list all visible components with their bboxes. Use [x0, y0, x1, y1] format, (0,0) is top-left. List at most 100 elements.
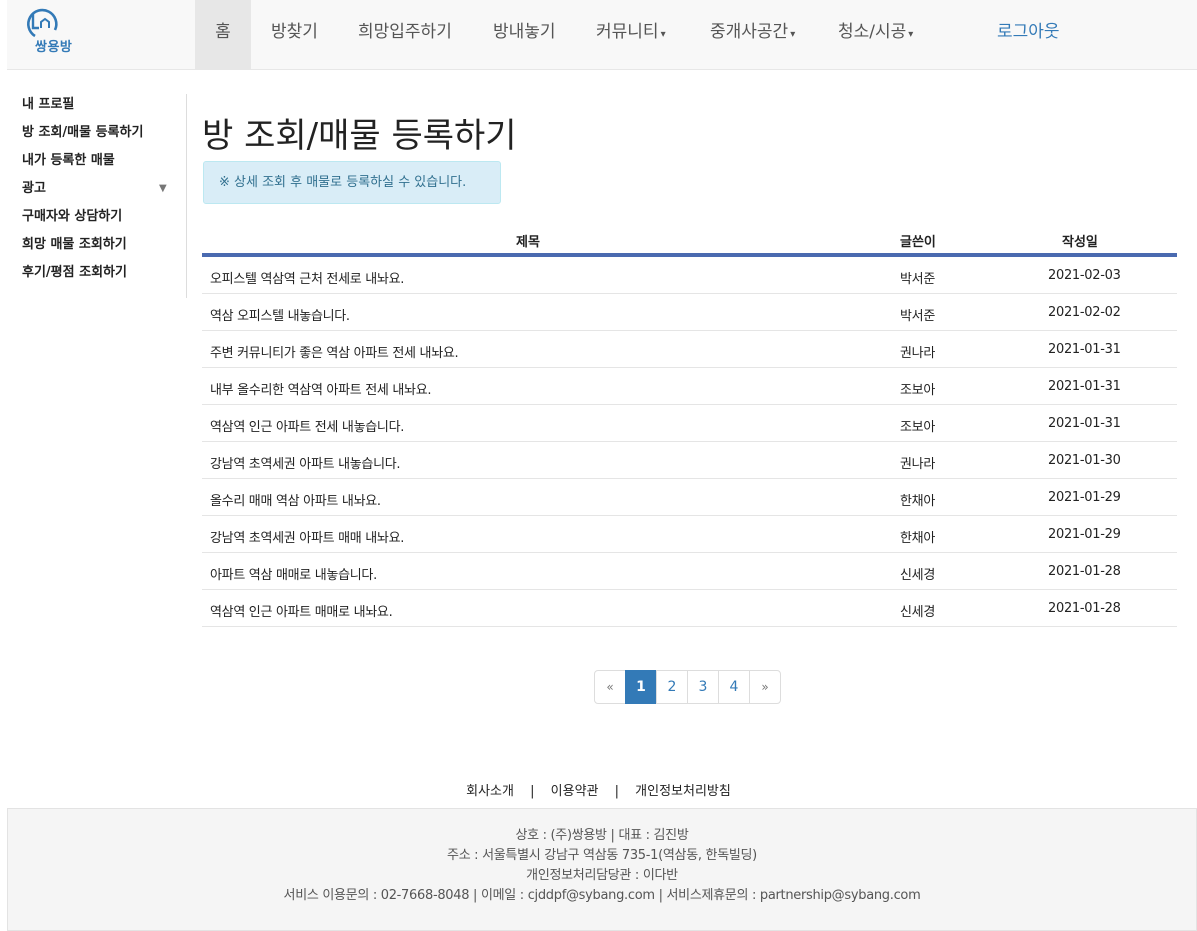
table-row[interactable]: 역삼역 인근 아파트 매매로 내놔요. 신세경 2021-01-28: [202, 590, 1177, 627]
row-title: 내부 올수리한 역삼역 아파트 전세 내놔요.: [210, 383, 432, 398]
footer-privacy-officer-line: 개인정보처리담당관 : 이다반: [526, 868, 678, 883]
footer-info: 상호 : (주)쌍용방 | 대표 : 김진방 주소 : 서울특별시 강남구 역삼…: [7, 808, 1197, 931]
nav-home[interactable]: 홈: [195, 0, 251, 70]
footer-link-terms[interactable]: 이용약관: [551, 784, 599, 799]
house-logo-icon: [27, 8, 58, 38]
table-row[interactable]: 주변 커뮤니티가 좋은 역삼 아파트 전세 내놔요. 권나라 2021-01-31: [202, 331, 1177, 368]
table-row[interactable]: 강남역 초역세권 아파트 내놓습니다. 권나라 2021-01-30: [202, 442, 1177, 479]
footer-link-privacy[interactable]: 개인정보처리방침: [635, 784, 731, 799]
nav-hope-move-in[interactable]: 희망입주하기: [358, 0, 452, 70]
listing-table: 제목 글쓴이 작성일 오피스텔 역삼역 근처 전세로 내놔요. 박서준 2021-0…: [202, 221, 1177, 627]
table-row[interactable]: 내부 올수리한 역삼역 아파트 전세 내놔요. 조보아 2021-01-31: [202, 368, 1177, 405]
sidebar-item-hope-listings[interactable]: 희망 매물 조회하기: [22, 234, 186, 262]
sidebar-item-label: 구매자와 상담하기: [22, 209, 123, 224]
row-author: 박서준: [900, 272, 935, 287]
sidebar-item-room-register[interactable]: 방 조회/매물 등록하기: [22, 122, 186, 150]
row-date: 2021-01-31: [1048, 416, 1121, 431]
caret-down-icon: ▾: [790, 29, 796, 40]
table-header: 제목 글쓴이 작성일: [202, 221, 1177, 257]
nav-find-room[interactable]: 방찾기: [271, 0, 318, 70]
table-row[interactable]: 역삼역 인근 아파트 전세 내놓습니다. 조보아 2021-01-31: [202, 405, 1177, 442]
row-author: 신세경: [900, 605, 935, 620]
sidebar-item-reviews[interactable]: 후기/평점 조회하기: [22, 262, 186, 290]
row-title: 올수리 매매 역삼 아파트 내놔요.: [210, 494, 381, 509]
brand-logo[interactable]: 쌍용방: [21, 6, 101, 62]
header-date: 작성일: [1062, 235, 1098, 250]
header-title: 제목: [516, 235, 540, 250]
row-title: 역삼역 인근 아파트 전세 내놓습니다.: [210, 420, 405, 435]
page-title: 방 조회/매물 등록하기: [202, 116, 517, 156]
table-row[interactable]: 강남역 초역세권 아파트 매매 내놔요. 한채아 2021-01-29: [202, 516, 1177, 553]
row-date: 2021-01-29: [1048, 527, 1121, 542]
nav-cleaning[interactable]: 청소/시공 ▾: [838, 0, 913, 70]
row-title: 강남역 초역세권 아파트 매매 내놔요.: [210, 531, 405, 546]
sidebar: 내 프로필 방 조회/매물 등록하기 내가 등록한 매물 광고 ▼ 구매자와 상담…: [22, 94, 187, 298]
row-date: 2021-01-31: [1048, 379, 1121, 394]
triangle-down-icon: ▼: [159, 183, 167, 194]
sidebar-item-label: 내 프로필: [22, 97, 75, 112]
row-title: 역삼역 인근 아파트 매매로 내놔요.: [210, 605, 393, 620]
sidebar-item-label: 후기/평점 조회하기: [22, 265, 127, 280]
page-3-button[interactable]: 3: [687, 670, 719, 704]
row-date: 2021-01-28: [1048, 564, 1121, 579]
footer-contact-line: 서비스 이용문의 : 02-7668-8048 | 이메일 : cjddpf@s…: [283, 888, 921, 903]
row-author: 조보아: [900, 383, 935, 398]
row-date: 2021-01-29: [1048, 490, 1121, 505]
nav-find-room-label: 방찾기: [271, 22, 318, 42]
row-title: 주변 커뮤니티가 좋은 역삼 아파트 전세 내놔요.: [210, 346, 459, 361]
sidebar-item-consult[interactable]: 구매자와 상담하기: [22, 206, 186, 234]
page-1-button[interactable]: 1: [625, 670, 657, 704]
top-navbar: 쌍용방 홈 방찾기 희망입주하기 방내놓기 커뮤니티 ▾ 중개사공간 ▾ 청소/시공…: [7, 0, 1197, 70]
footer-link-company[interactable]: 회사소개: [466, 784, 514, 799]
logout-label: 로그아웃: [997, 22, 1060, 42]
row-date: 2021-02-03: [1048, 268, 1121, 283]
row-title: 오피스텔 역삼역 근처 전세로 내놔요.: [210, 272, 405, 287]
row-date: 2021-01-31: [1048, 342, 1121, 357]
sidebar-item-label: 방 조회/매물 등록하기: [22, 125, 144, 140]
footer-links: 회사소개 | 이용약관 | 개인정보처리방침: [0, 780, 1197, 799]
info-notice: ※ 상세 조회 후 매물로 등록하실 수 있습니다.: [203, 161, 501, 204]
row-author: 권나라: [900, 346, 935, 361]
nav-community-label: 커뮤니티: [596, 22, 659, 42]
page-next-button[interactable]: »: [749, 670, 781, 704]
row-author: 권나라: [900, 457, 935, 472]
caret-down-icon: ▾: [908, 29, 914, 40]
row-author: 신세경: [900, 568, 935, 583]
footer-company-line: 상호 : (주)쌍용방 | 대표 : 김진방: [515, 828, 689, 843]
nav-cleaning-label: 청소/시공: [838, 22, 907, 42]
nav-home-label: 홈: [215, 22, 231, 42]
row-date: 2021-01-30: [1048, 453, 1121, 468]
table-row[interactable]: 오피스텔 역삼역 근처 전세로 내놔요. 박서준 2021-02-03: [202, 257, 1177, 294]
sidebar-item-label: 내가 등록한 매물: [22, 153, 115, 168]
row-author: 한채아: [900, 494, 935, 509]
nav-community[interactable]: 커뮤니티 ▾: [596, 0, 666, 70]
nav-list-room-label: 방내놓기: [493, 22, 556, 42]
nav-agent-space-label: 중개사공간: [710, 22, 789, 42]
logout-link[interactable]: 로그아웃: [997, 0, 1060, 70]
page-prev-button[interactable]: «: [594, 670, 626, 704]
row-title: 강남역 초역세권 아파트 내놓습니다.: [210, 457, 401, 472]
table-body: 오피스텔 역삼역 근처 전세로 내놔요. 박서준 2021-02-03 역삼 오피스텔…: [202, 257, 1177, 627]
nav-hope-move-in-label: 희망입주하기: [358, 22, 452, 42]
sidebar-item-label: 희망 매물 조회하기: [22, 237, 127, 252]
row-author: 박서준: [900, 309, 935, 324]
table-row[interactable]: 올수리 매매 역삼 아파트 내놔요. 한채아 2021-01-29: [202, 479, 1177, 516]
row-author: 한채아: [900, 531, 935, 546]
pagination: « 1 2 3 4 »: [594, 670, 781, 704]
row-date: 2021-01-28: [1048, 601, 1121, 616]
footer-separator: |: [614, 784, 620, 799]
sidebar-item-my-listings[interactable]: 내가 등록한 매물: [22, 150, 186, 178]
sidebar-item-profile[interactable]: 내 프로필: [22, 94, 186, 122]
row-title: 역삼 오피스텔 내놓습니다.: [210, 309, 350, 324]
page-4-button[interactable]: 4: [718, 670, 750, 704]
sidebar-item-ads[interactable]: 광고 ▼: [22, 178, 186, 206]
page-2-button[interactable]: 2: [656, 670, 688, 704]
table-row[interactable]: 아파트 역삼 매매로 내놓습니다. 신세경 2021-01-28: [202, 553, 1177, 590]
row-title: 아파트 역삼 매매로 내놓습니다.: [210, 568, 377, 583]
table-row[interactable]: 역삼 오피스텔 내놓습니다. 박서준 2021-02-02: [202, 294, 1177, 331]
caret-down-icon: ▾: [660, 29, 666, 40]
nav-agent-space[interactable]: 중개사공간 ▾: [710, 0, 795, 70]
row-author: 조보아: [900, 420, 935, 435]
sidebar-item-label: 광고: [22, 181, 46, 196]
nav-list-room[interactable]: 방내놓기: [493, 0, 556, 70]
